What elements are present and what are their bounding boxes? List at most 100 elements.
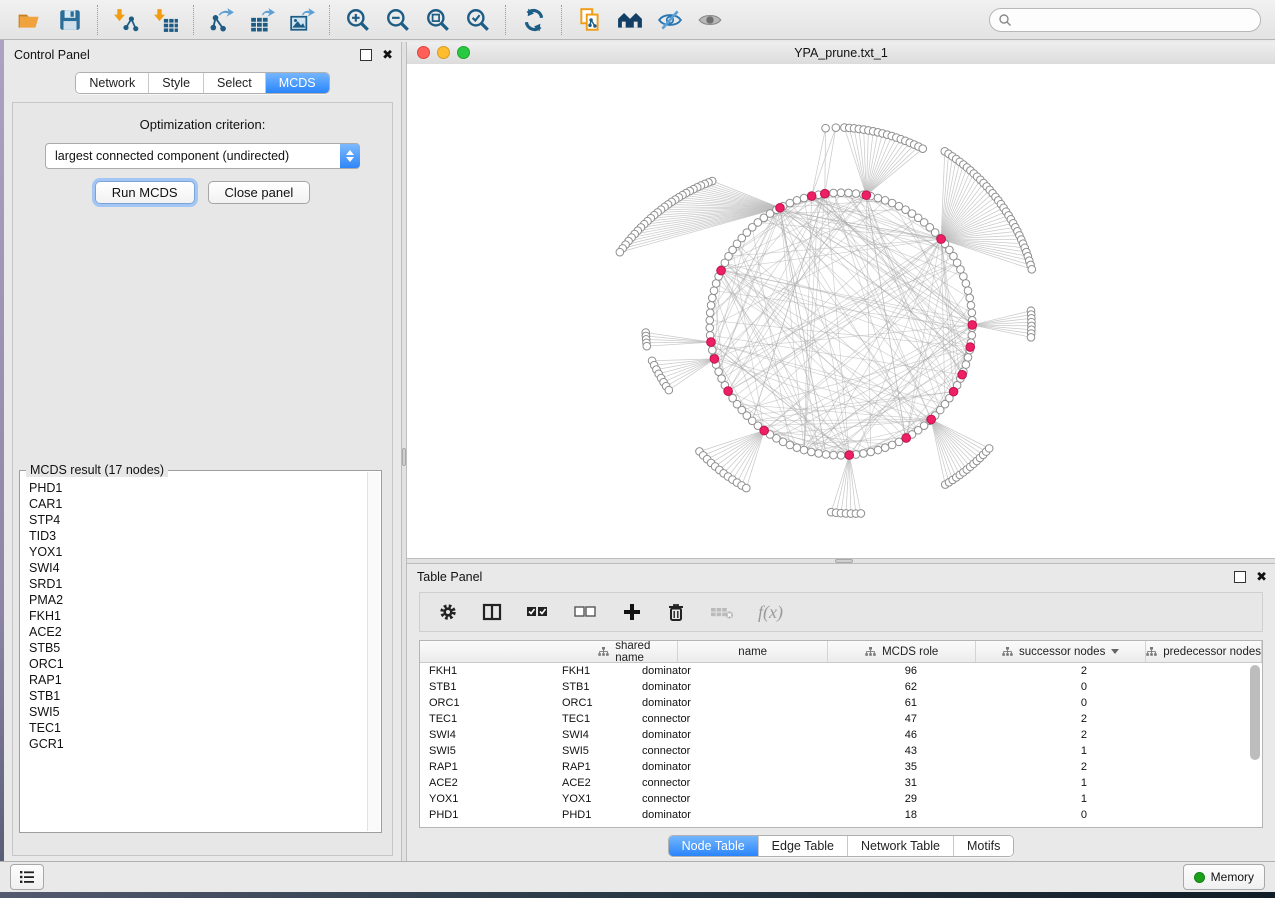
export-image-button[interactable] [284, 4, 320, 36]
control-panel-tab[interactable]: Select [203, 73, 265, 93]
cell-mcds-role: connector [633, 745, 783, 757]
table-column-header[interactable]: successor nodes [976, 641, 1146, 662]
cell-mcds-role: dominator [633, 809, 783, 821]
table-tab[interactable]: Edge Table [758, 836, 847, 856]
maximize-window-icon[interactable] [457, 46, 470, 59]
table-row[interactable]: ACE2 ACE2 connector 31 1 [420, 775, 1262, 791]
float-panel-icon[interactable] [360, 49, 372, 61]
table-column-header[interactable]: predecessor nodes [1146, 641, 1262, 662]
mcds-result-item[interactable]: PHD1 [29, 480, 368, 496]
mcds-result-item[interactable]: YOX1 [29, 544, 368, 560]
cell-successor-nodes: 47 [783, 713, 931, 725]
main-toolbar [0, 0, 1275, 40]
memory-button[interactable]: Memory [1183, 864, 1265, 890]
export-table-button[interactable] [244, 4, 280, 36]
mcds-result-item[interactable]: SRD1 [29, 576, 368, 592]
cell-shared-name: RAP1 [420, 761, 553, 773]
application-window: Control Panel ✖ NetworkStyleSelectMCDS O… [4, 0, 1275, 892]
table-row[interactable]: YOX1 YOX1 connector 29 1 [420, 791, 1262, 807]
import-table-button[interactable] [148, 4, 184, 36]
table-tab[interactable]: Network Table [847, 836, 953, 856]
table-column-header[interactable]: name [678, 641, 828, 662]
cell-shared-name: FKH1 [420, 665, 553, 677]
table-column-header[interactable]: shared name [598, 641, 678, 662]
mcds-result-item[interactable]: CAR1 [29, 496, 368, 512]
mcds-result-item[interactable]: FKH1 [29, 608, 368, 624]
import-network-icon [113, 7, 139, 33]
mcds-result-item[interactable]: GCR1 [29, 736, 368, 752]
mcds-result-item[interactable]: PMA2 [29, 592, 368, 608]
control-panel-title: Control Panel [14, 48, 360, 62]
close-panel-icon[interactable]: ✖ [1256, 572, 1267, 582]
mcds-result-item[interactable]: TEC1 [29, 720, 368, 736]
control-panel-tab[interactable]: Network [76, 73, 148, 93]
table-row[interactable]: TEC1 TEC1 connector 47 2 [420, 711, 1262, 727]
cell-mcds-role: dominator [633, 665, 783, 677]
network-window-titlebar[interactable]: YPA_prune.txt_1 [407, 42, 1275, 65]
control-panel-tab[interactable]: MCDS [265, 73, 329, 93]
table-row[interactable]: FKH1 FKH1 dominator 96 2 [420, 663, 1262, 679]
deselect-all-button[interactable] [574, 603, 598, 621]
splitter-grip[interactable] [402, 448, 406, 466]
delete-table-icon [710, 603, 734, 621]
zoom-fit-button[interactable] [420, 4, 456, 36]
table-tab[interactable]: Node Table [669, 836, 758, 856]
duplicate-network-button[interactable] [572, 4, 608, 36]
eye-slash-icon [657, 7, 683, 33]
close-panel-icon[interactable]: ✖ [382, 50, 393, 60]
table-settings-button[interactable] [438, 602, 458, 622]
table-scrollbar-thumb[interactable] [1250, 665, 1260, 760]
import-network-button[interactable] [108, 4, 144, 36]
toolbar-separator [505, 5, 507, 35]
cell-shared-name: SWI5 [420, 745, 553, 757]
mcds-result-item[interactable]: TID3 [29, 528, 368, 544]
table-row[interactable]: ORC1 ORC1 dominator 61 0 [420, 695, 1262, 711]
toolbar-separator [329, 5, 331, 35]
table-row[interactable]: SWI4 SWI4 dominator 46 2 [420, 727, 1262, 743]
table-row[interactable]: PHD1 PHD1 dominator 18 0 [420, 807, 1262, 823]
show-column-button[interactable] [482, 602, 502, 622]
status-bar: Memory [0, 861, 1275, 892]
control-panel-tab[interactable]: Style [148, 73, 203, 93]
close-window-icon[interactable] [417, 46, 430, 59]
minimize-window-icon[interactable] [437, 46, 450, 59]
refresh-button[interactable] [516, 4, 552, 36]
run-mcds-button[interactable]: Run MCDS [95, 181, 195, 204]
close-panel-button[interactable]: Close panel [208, 181, 311, 204]
first-neighbors-button[interactable] [612, 4, 648, 36]
table-column-header[interactable]: MCDS role [828, 641, 976, 662]
search-input[interactable] [1012, 12, 1260, 28]
zoom-out-button[interactable] [380, 4, 416, 36]
export-network-button[interactable] [204, 4, 240, 36]
network-canvas[interactable] [407, 64, 1275, 558]
cell-mcds-role: dominator [633, 697, 783, 709]
hide-selected-button[interactable] [652, 4, 688, 36]
mcds-result-item[interactable]: STB5 [29, 640, 368, 656]
add-column-button[interactable] [622, 602, 642, 622]
table-tab[interactable]: Motifs [953, 836, 1013, 856]
mcds-result-item[interactable]: RAP1 [29, 672, 368, 688]
zoom-selected-button[interactable] [460, 4, 496, 36]
mcds-result-item[interactable]: ORC1 [29, 656, 368, 672]
delete-column-button[interactable] [666, 602, 686, 622]
result-scrollbar[interactable] [367, 472, 380, 831]
table-row[interactable]: RAP1 RAP1 dominator 35 2 [420, 759, 1262, 775]
mcds-result-item[interactable]: SWI4 [29, 560, 368, 576]
search-field[interactable] [989, 8, 1261, 32]
table-row[interactable]: SWI5 SWI5 connector 43 1 [420, 743, 1262, 759]
show-all-button[interactable] [692, 4, 728, 36]
select-all-button[interactable] [526, 603, 550, 621]
mcds-result-item[interactable]: ACE2 [29, 624, 368, 640]
splitter-grip[interactable] [835, 559, 853, 563]
task-history-button[interactable] [10, 864, 44, 890]
open-file-button[interactable] [12, 4, 48, 36]
mcds-result-item[interactable]: STP4 [29, 512, 368, 528]
zoom-in-button[interactable] [340, 4, 376, 36]
save-session-button[interactable] [52, 4, 88, 36]
cell-name: ACE2 [553, 777, 633, 789]
criterion-dropdown[interactable]: largest connected component (undirected) [45, 143, 360, 169]
float-panel-icon[interactable] [1234, 571, 1246, 583]
mcds-result-item[interactable]: SWI5 [29, 704, 368, 720]
table-row[interactable]: STB1 STB1 dominator 62 0 [420, 679, 1262, 695]
mcds-result-item[interactable]: STB1 [29, 688, 368, 704]
